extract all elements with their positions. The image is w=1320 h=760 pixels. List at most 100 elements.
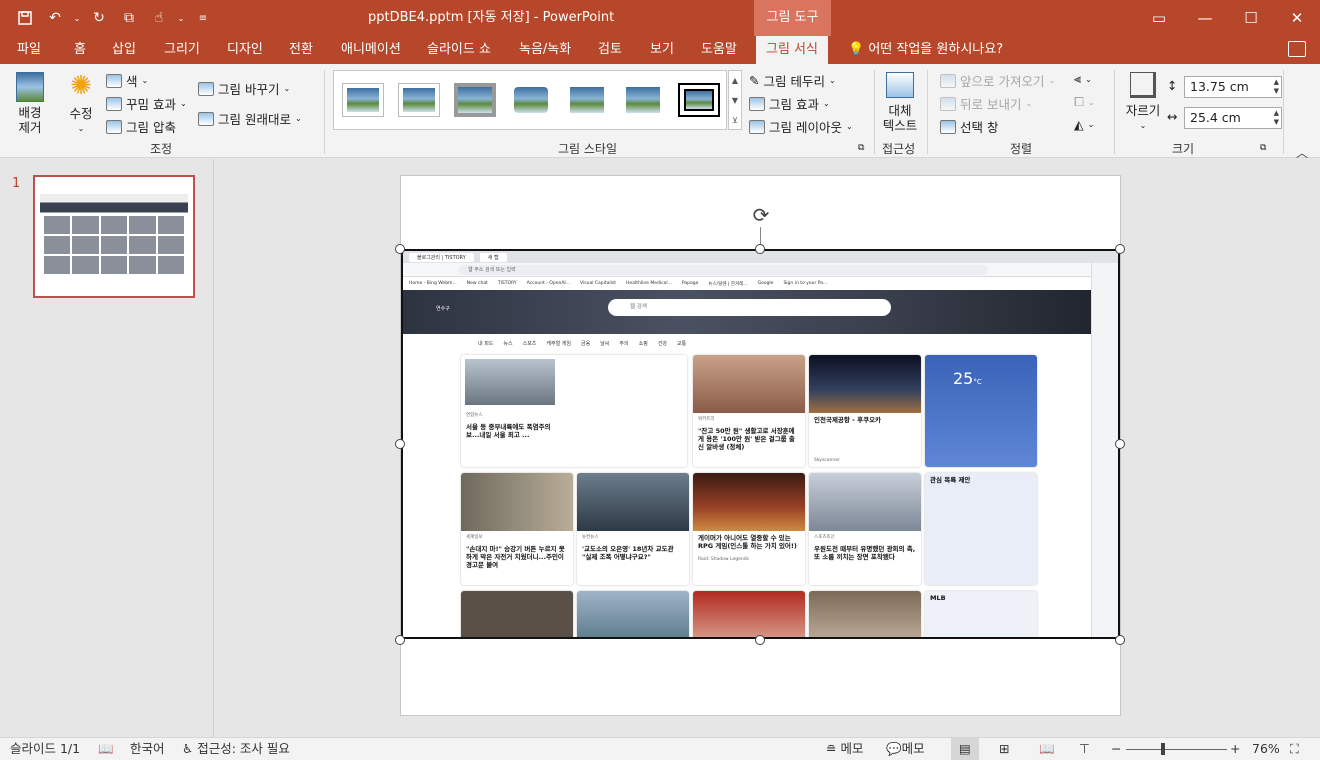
- resize-handle-ne[interactable]: [1115, 244, 1125, 254]
- spellcheck-icon[interactable]: 📖: [98, 738, 114, 760]
- format-picture-launcher-icon[interactable]: ⧉: [858, 143, 864, 153]
- resize-handle-e[interactable]: [1115, 439, 1125, 449]
- customize-qat-icon[interactable]: ≡: [190, 5, 216, 31]
- width-label-icon: ↔: [1167, 109, 1178, 124]
- picture-style-3[interactable]: [454, 83, 496, 117]
- browser-sidebar: [1091, 263, 1118, 637]
- picture-styles-group-label: 그림 스타일: [558, 142, 618, 156]
- slide-thumbnail[interactable]: [33, 175, 195, 298]
- change-picture-button[interactable]: 그림 바꾸기 ⌄: [198, 79, 290, 98]
- remove-background-button[interactable]: 배경 제거: [12, 72, 48, 135]
- resize-handle-se[interactable]: [1115, 635, 1125, 645]
- undo-icon[interactable]: ↶: [42, 5, 68, 31]
- news-card: [693, 591, 805, 637]
- corrections-button[interactable]: ✺ 수정 ⌄: [64, 72, 98, 136]
- width-field[interactable]: 25.4 cm ▲ ▼: [1184, 107, 1282, 129]
- undo-dropdown-icon[interactable]: ⌄: [72, 5, 82, 31]
- adjust-group-label: 조정: [150, 142, 173, 156]
- alt-text-button[interactable]: 대체 텍스트: [880, 72, 920, 133]
- reading-view-icon[interactable]: 📖: [1039, 738, 1055, 760]
- save-icon[interactable]: [12, 5, 38, 31]
- height-stepper[interactable]: ▲ ▼: [1274, 78, 1279, 96]
- resize-handle-w[interactable]: [395, 439, 405, 449]
- notes-button[interactable]: ≘ 메모: [826, 738, 863, 760]
- ribbon-display-options-icon[interactable]: ▭: [1136, 0, 1182, 36]
- maximize-icon[interactable]: ☐: [1228, 0, 1274, 36]
- gallery-scroll[interactable]: ▲ ▼ ⊻: [728, 70, 742, 130]
- picture-effects-button[interactable]: 그림 효과 ⌄: [749, 94, 830, 113]
- fit-to-window-icon[interactable]: ⛶: [1290, 738, 1299, 760]
- group-button[interactable]: ⧠ ⌄: [1074, 94, 1095, 110]
- compress-pictures-button[interactable]: 그림 압축: [106, 117, 176, 136]
- width-stepper[interactable]: ▲ ▼: [1274, 109, 1279, 127]
- touch-dropdown-icon[interactable]: ⌄: [176, 5, 186, 31]
- zoom-out-icon[interactable]: −: [1111, 738, 1121, 760]
- picture-styles-gallery: [333, 70, 727, 130]
- gallery-down-icon[interactable]: ▼: [729, 91, 741, 111]
- zoom-in-icon[interactable]: +: [1230, 738, 1240, 760]
- tell-me-search[interactable]: 💡 어떤 작업을 원하시나요?: [848, 36, 1003, 64]
- gallery-up-icon[interactable]: ▲: [729, 71, 741, 91]
- tab-transitions[interactable]: 전환: [289, 36, 313, 64]
- reset-picture-icon: [198, 111, 214, 126]
- tab-home[interactable]: 홈: [74, 36, 86, 64]
- send-backward-button[interactable]: 뒤로 보내기 ⌄: [940, 94, 1032, 113]
- picture-style-5[interactable]: [566, 83, 608, 117]
- tab-review[interactable]: 검토: [598, 36, 622, 64]
- zoom-slider-thumb[interactable]: [1161, 743, 1165, 755]
- size-launcher-icon[interactable]: ⧉: [1260, 143, 1266, 153]
- present-from-start-icon[interactable]: ⧉: [116, 5, 142, 31]
- resize-handle-nw[interactable]: [395, 244, 405, 254]
- slide-sorter-icon[interactable]: ⊞: [999, 738, 1009, 760]
- accessibility-check[interactable]: ♿ 접근성: 조사 필요: [182, 738, 290, 760]
- resize-handle-n[interactable]: [755, 244, 765, 254]
- picture-style-7[interactable]: [678, 83, 720, 117]
- zoom-slider[interactable]: [1126, 749, 1227, 750]
- tab-insert[interactable]: 삽입: [112, 36, 136, 64]
- slideshow-icon[interactable]: ⊤: [1079, 738, 1090, 760]
- tab-view[interactable]: 보기: [650, 36, 674, 64]
- tab-help[interactable]: 도움말: [701, 36, 737, 64]
- selected-picture[interactable]: 블로그관리 | TISTORY 새 탭 웹 주소 검색 또는 입력 Home -…: [401, 249, 1120, 639]
- tab-record[interactable]: 녹음/녹화: [519, 36, 571, 64]
- resize-handle-s[interactable]: [755, 635, 765, 645]
- slide-indicator[interactable]: 슬라이드 1/1: [10, 738, 80, 760]
- comments-button[interactable]: 💬메모: [886, 738, 925, 760]
- tab-animations[interactable]: 애니메이션: [341, 36, 401, 64]
- resize-handle-sw[interactable]: [395, 635, 405, 645]
- redo-icon[interactable]: ↻: [86, 5, 112, 31]
- language-indicator[interactable]: 한국어: [130, 738, 165, 760]
- touch-mode-icon[interactable]: ☝: [146, 5, 172, 31]
- picture-border-button[interactable]: ✎ 그림 테두리 ⌄: [749, 71, 836, 90]
- tab-design[interactable]: 디자인: [227, 36, 263, 64]
- bring-forward-button[interactable]: 앞으로 가져오기 ⌄: [940, 71, 1055, 90]
- rotate-handle-icon[interactable]: ⟳: [750, 205, 772, 227]
- zoom-level[interactable]: 76%: [1252, 738, 1280, 760]
- align-button[interactable]: ⫷ ⌄: [1074, 71, 1092, 87]
- tab-draw[interactable]: 그리기: [164, 36, 200, 64]
- color-button[interactable]: 색 ⌄: [106, 71, 148, 90]
- selection-pane-button[interactable]: 선택 창: [940, 117, 998, 136]
- pen-icon: ✎: [749, 73, 760, 88]
- rotate-button[interactable]: ◭ ⌄: [1074, 117, 1094, 132]
- normal-view-icon[interactable]: ▤: [951, 738, 979, 760]
- close-icon[interactable]: ✕: [1274, 0, 1320, 36]
- browser-feed: 연합뉴스 서울 등 중부내륙에도 폭염주의보...내일 서울 최고 ... 위키…: [461, 355, 1071, 637]
- picture-style-1[interactable]: [342, 83, 384, 117]
- comments-icon[interactable]: [1288, 41, 1306, 57]
- status-bar: 슬라이드 1/1 📖 한국어 ♿ 접근성: 조사 필요 ≘ 메모 💬메모 ▤ ⊞…: [0, 737, 1320, 760]
- tab-picture-format[interactable]: 그림 서식: [756, 36, 828, 64]
- crop-button[interactable]: 자르기 ⌄: [1124, 72, 1162, 133]
- tab-slideshow[interactable]: 슬라이드 쇼: [427, 36, 491, 64]
- height-field[interactable]: 13.75 cm ▲ ▼: [1184, 76, 1282, 98]
- reset-picture-button[interactable]: 그림 원래대로 ⌄: [198, 109, 302, 128]
- news-card: 인천국제공항 - 후쿠오카 Skyscanner: [809, 355, 921, 467]
- picture-style-6[interactable]: [622, 83, 664, 117]
- picture-style-4[interactable]: [510, 83, 552, 117]
- minimize-icon[interactable]: —: [1182, 0, 1228, 36]
- tab-file[interactable]: 파일: [17, 36, 41, 64]
- artistic-effects-button[interactable]: 꾸밈 효과 ⌄: [106, 94, 187, 113]
- picture-style-2[interactable]: [398, 83, 440, 117]
- gallery-more-icon[interactable]: ⊻: [729, 111, 741, 131]
- picture-layout-button[interactable]: 그림 레이아웃 ⌄: [749, 117, 853, 136]
